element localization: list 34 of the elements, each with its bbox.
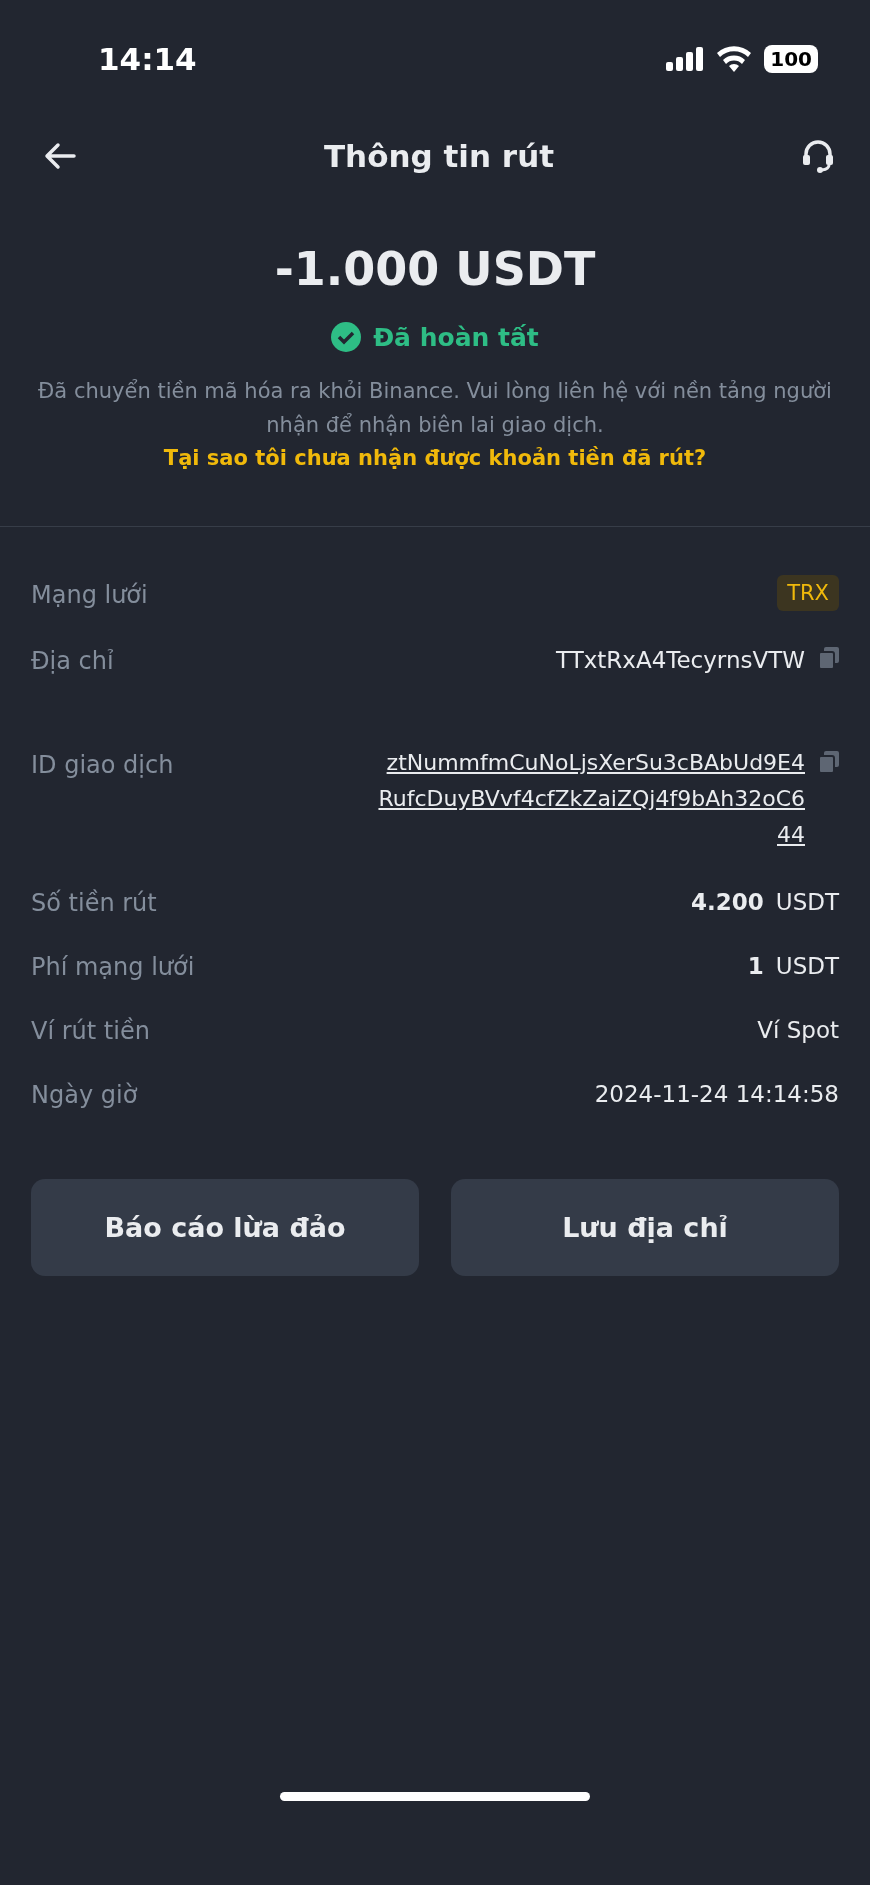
detail-value: TTxtRxA4TecyrnsVTW [556,647,805,673]
currency-unit: USDT [775,953,839,979]
back-button[interactable] [44,142,76,170]
headset-icon [802,139,834,173]
detail-label: Số tiền rút [31,889,157,917]
detail-value: 2024-11-24 14:14:58 [594,1081,839,1107]
detail-label: Ví rút tiền [31,1017,150,1045]
detail-label: Địa chỉ [31,647,114,675]
help-link[interactable]: Tại sao tôi chưa nhận được khoản tiền đã rút? [163,446,707,470]
battery-icon: 100 [764,45,818,73]
detail-label: Ngày giờ [31,1081,138,1109]
page-title: Thông tin rút [323,138,555,174]
check-circle-icon [331,322,362,352]
detail-label: Phí mạng lưới [31,953,195,981]
detail-label: ID giao dịch [31,751,174,779]
copy-icon[interactable] [819,751,839,773]
action-button[interactable]: Báo cáo lừa đảo [31,1179,419,1276]
withdrawal-amount: -1.000 USDT [274,242,596,296]
status-text: Đã hoàn tất [373,322,539,352]
detail-value: Ví Spot [757,1017,839,1043]
status-time: 14:14 [98,41,197,77]
action-button[interactable]: Lưu địa chỉ [451,1179,839,1276]
wifi-icon [716,46,753,72]
transaction-id-link[interactable]: ztNummfmCuNoLjsXerSu3cBAbUd9E4RufcDuyBVvf4cfZkZaiZQj4f9bAh32oC644 [373,745,805,853]
detail-label: Mạng lưới [31,581,148,609]
signal-icon [666,47,705,71]
detail-value: 4.200 [691,889,764,915]
copy-icon[interactable] [819,647,839,669]
support-button[interactable] [802,139,834,173]
back-arrow-icon [44,142,76,170]
currency-unit: USDT [775,889,839,915]
description: Đã chuyển tiền mã hóa ra khỏi Binance. Vui lòng liên hệ với nền tảng người nhận để nhận biên lai giao dịch. [37,378,833,439]
network-tag: TRX [777,575,839,611]
detail-value: 1 [747,953,764,979]
